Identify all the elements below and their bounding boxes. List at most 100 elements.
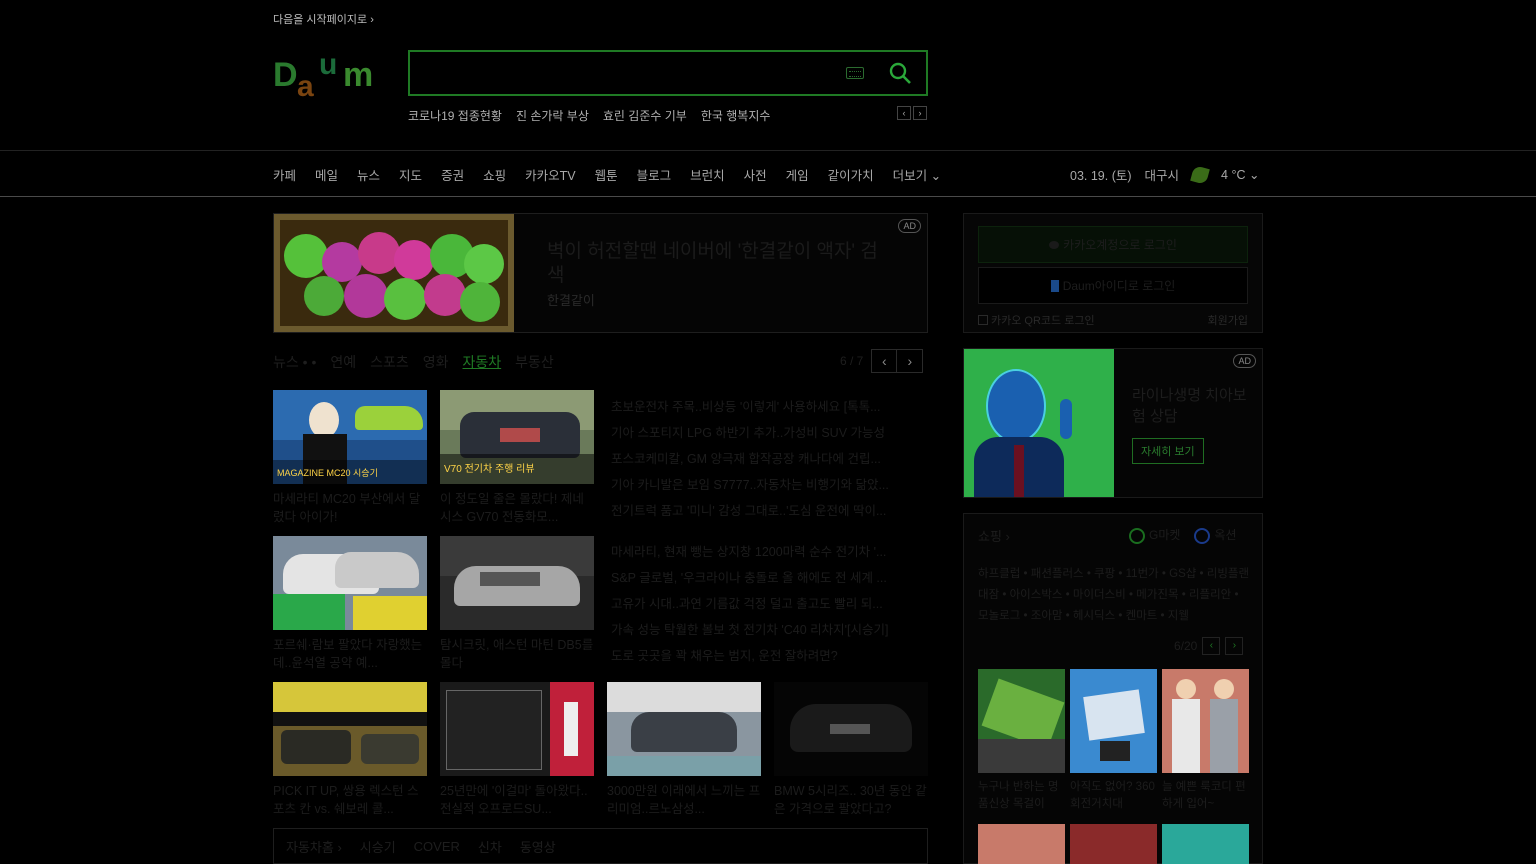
headline-link[interactable]: 가속 성능 탁월한 볼보 첫 전기차 'C40 리차지'[시승기] [611,619,926,638]
auction-label: 옥션 [1214,528,1237,542]
nav-item-map[interactable]: 지도 [399,165,422,184]
set-startpage-link[interactable]: 다음을 시작페이지로 › [273,11,374,27]
headline-link[interactable]: 기아 스포티지 LPG 하반기 추가..가성비 SUV 가능성 [611,422,926,441]
trend-prev-button[interactable]: ‹ [897,106,911,120]
trending-keywords: 코로나19 접종현황 진 손가락 부상 효린 김준수 기부 한국 행복지수 [408,107,770,124]
qr-login-label: 카카오 QR코드 로그인 [991,315,1095,327]
headline-link[interactable]: 포스코케미칼, GM 양극재 합작공장 캐나다에 건립... [611,448,926,467]
search-icon[interactable] [888,61,912,85]
shopping-title[interactable]: 쇼핑 › [978,526,1010,545]
nav-item-shopping[interactable]: 쇼핑 [483,165,506,184]
city-label: 대구시 [1144,169,1180,183]
nav-item-blog[interactable]: 블로그 [637,165,672,184]
keyboard-icon[interactable] [846,67,864,79]
auction-link[interactable]: 옥션 [1194,526,1237,544]
shop-item-title: 누구나 반하는 명품신상 목걸이 [978,781,1059,810]
headline-link[interactable]: 전기트럭 품고 '미니' 감성 그대로..'도심 운전에 딱이... [611,500,926,519]
video-link[interactable]: 동영상 [520,837,556,856]
ad-detail-button[interactable]: 자세히 보기 [1132,438,1204,464]
search-input[interactable] [420,62,820,86]
shop-thumbnail [978,669,1065,773]
trend-item[interactable]: 효린 김준수 기부 [603,107,687,124]
svg-text:D: D [273,56,298,94]
headline-link[interactable]: 기아 카니발은 보임 S7777..자동차는 비행기와 닮았... [611,474,926,493]
kakao-login-label: 카카오계정으로 로그인 [1063,238,1177,252]
news-card[interactable]: 25년만에 '이걸마' 돌아왔다..전실적 오프로드SU... [440,682,594,818]
news-card[interactable]: 포르쉐·람보 팔았다 자랑했는데..윤석열 공약 예... [273,536,427,672]
headline-link[interactable]: 초보운전자 주목..비상등 '이렇게' 사용하세요 [톡톡... [611,396,926,415]
trend-item[interactable]: 코로나19 접종현황 [408,107,502,124]
news-card[interactable]: 3000만원 이래에서 느끼는 프리미엄..르노삼성... [607,682,761,818]
tab-movie[interactable]: 영화 [423,352,449,372]
side-ad[interactable]: 라이나생명 치아보험 상담 자세히 보기 AD [963,348,1263,498]
ad-advertiser: 한결같이 [547,293,595,308]
shop-item[interactable]: 누구나 반하는 명품신상 목걸이 [978,669,1065,813]
tab-entertainment[interactable]: 연예 [330,352,356,372]
nav-item-kakaotv[interactable]: 카카오TV [525,165,575,184]
tab-sports[interactable]: 스포츠 [370,352,409,372]
car-home-link[interactable]: 자동차홈 › [286,837,342,856]
trend-next-button[interactable]: › [913,106,927,120]
nav-item-webtoon[interactable]: 웹툰 [595,165,618,184]
signup-link[interactable]: 회원가입 [1208,312,1248,328]
test-drive-link[interactable]: 시승기 [360,837,396,856]
auction-icon [1194,527,1211,544]
tab-news[interactable]: 뉴스 • • [273,352,316,372]
trend-item[interactable]: 진 손가락 부상 [516,107,589,124]
headline-link[interactable]: S&P 글로벌, '우크라이나 충돌로 올 해에도 전 세계 ... [611,567,926,586]
shop-next-button[interactable]: › [1225,637,1244,655]
nav-item-stock[interactable]: 증권 [441,165,464,184]
ad-title[interactable]: 벽이 허전할땐 네이버에 '한결같이 액자' 검색 [547,240,887,288]
new-car-link[interactable]: 신차 [478,837,502,856]
cover-link[interactable]: COVER [414,839,460,854]
nav-item-together[interactable]: 같이가치 [828,165,874,184]
headline-link[interactable]: 고유가 시대..과연 기름값 걱정 덜고 출고도 빨리 되... [611,593,926,612]
news-thumbnail [440,536,594,630]
headline-link[interactable]: 도로 곳곳을 꽉 채우는 범지, 운전 잘하려면? [611,645,926,664]
news-card[interactable]: V70 전기차 주행 리뷰 이 정도일 줄은 몰랐다! 제네시스 GV70 전동… [440,390,594,526]
shop-item[interactable]: 늘 예쁜 룩코디 편하게 입어~ [1162,669,1249,813]
news-card[interactable]: BMW 5시리즈.. 30년 동안 같은 가격으로 팔았다고? [774,682,928,818]
news-thumbnail [607,682,761,776]
daum-login-label: Daum아이디로 로그인 [1062,279,1176,293]
nav-item-dictionary[interactable]: 사전 [744,165,767,184]
nav-item-more[interactable]: 더보기 ⌄ [893,165,941,184]
next-page-button[interactable]: › [897,349,924,373]
tab-realestate[interactable]: 부동산 [515,352,554,372]
shop-links: G마켓 옥션 [1129,526,1237,544]
qr-login-link[interactable]: 카카오 QR코드 로그인 [978,312,1095,328]
news-card[interactable]: PICK IT UP, 쌍용 렉스턴 스포츠 칸 vs. 쉐보레 콜... [273,682,427,818]
nav-item-brunch[interactable]: 브런치 [690,165,725,184]
daum-login-button[interactable]: Daum아이디로 로그인 [978,267,1248,304]
shop-brand-list[interactable]: 하프클럽 • 패션플러스 • 쿠팡 • 11번가 • GS샵 • 리빙플랜대잠 … [978,564,1250,627]
daum-logo[interactable]: D a u m [273,50,391,100]
shop-thumbnail [978,824,1065,864]
nav-item-mail[interactable]: 메일 [315,165,338,184]
news-pager: 6 / 7 ‹ › [840,349,924,373]
nav-item-game[interactable]: 게임 [786,165,809,184]
nav-item-news[interactable]: 뉴스 [357,165,380,184]
thumb-caption: MAGAZINE MC20 시승기 [277,468,378,478]
headline-link[interactable]: 마세라티, 현재 뺑는 상지창 1200마력 순수 전기차 '... [611,541,926,560]
ad-badge: AD [898,219,921,233]
shop-thumbnail [1070,669,1157,773]
svg-text:m: m [343,56,373,94]
kakao-login-button[interactable]: 카카오계정으로 로그인 [978,226,1248,263]
banner-ad[interactable]: 벽이 허전할땐 네이버에 '한결같이 액자' 검색 한결같이 AD [273,213,928,333]
shop-prev-button[interactable]: ‹ [1202,637,1221,655]
trend-item[interactable]: 한국 행복지수 [701,107,771,124]
shop-item[interactable]: 아직도 없어? 360회전거치대 [1070,669,1157,813]
gmarket-link[interactable]: G마켓 [1129,526,1180,544]
page-indicator: 6 / 7 [840,354,864,368]
nav-item-cafe[interactable]: 카페 [273,165,296,184]
weather-widget[interactable]: 03. 19. (토) 대구시 4 °C ⌄ [1070,164,1259,185]
news-category-tabs: 뉴스 • • 연예 스포츠 영화 자동차 부동산 [273,352,554,372]
news-thumbnail: MAGAZINE MC20 시승기 [273,390,427,484]
news-card-title: PICK IT UP, 쌍용 렉스턴 스포츠 칸 vs. 쉐보레 콜... [273,784,419,816]
ad-title[interactable]: 라이나생명 치아보험 상담 [1132,385,1252,427]
search-box[interactable] [408,50,928,96]
prev-page-button[interactable]: ‹ [871,349,898,373]
news-card[interactable]: 탐시크릿, 애스턴 마틴 DB5를 몰다 [440,536,594,672]
news-card[interactable]: MAGAZINE MC20 시승기 마세라티 MC20 부산에서 달렸다 아이가… [273,390,427,526]
tab-car[interactable]: 자동차 [463,352,502,372]
